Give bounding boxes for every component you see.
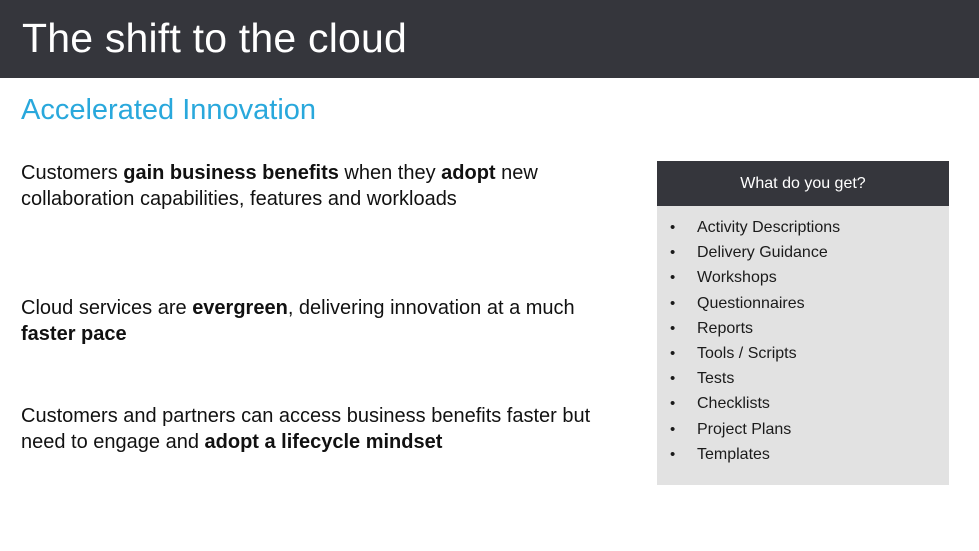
list-item: Questionnaires: [670, 291, 949, 316]
text-run: Customers: [21, 162, 124, 184]
emphasis-run: evergreen: [192, 297, 288, 319]
emphasis-run: gain business benefits: [123, 162, 339, 184]
slide-title: The shift to the cloud: [22, 15, 408, 61]
list-item: Templates: [670, 442, 949, 467]
list-item: Workshops: [670, 265, 949, 290]
panel-header: What do you get?: [657, 161, 949, 206]
list-item: Project Plans: [670, 417, 949, 442]
list-item: Delivery Guidance: [670, 240, 949, 265]
body-paragraph: Cloud services are evergreen, delivering…: [21, 296, 601, 347]
list-item: Activity Descriptions: [670, 215, 949, 240]
what-do-you-get-panel: What do you get? Activity DescriptionsDe…: [657, 161, 949, 485]
text-run: , delivering innovation at a much: [287, 297, 575, 319]
emphasis-run: adopt a lifecycle mindset: [204, 430, 443, 453]
list-item: Checklists: [670, 391, 949, 416]
list-item: Tests: [670, 366, 949, 391]
emphasis-run: adopt: [441, 162, 496, 184]
list-item: Reports: [670, 316, 949, 341]
text-run: when they: [338, 162, 442, 184]
deliverables-list: Activity DescriptionsDelivery GuidanceWo…: [657, 206, 949, 467]
body-paragraph: Customers and partners can access busine…: [21, 404, 601, 455]
list-item: Tools / Scripts: [670, 341, 949, 366]
section-heading: Accelerated Innovation: [21, 94, 317, 126]
panel-header-label: What do you get?: [740, 174, 866, 192]
text-run: Cloud services are: [21, 297, 193, 319]
slide-title-bar: The shift to the cloud: [0, 0, 979, 78]
emphasis-run: faster pace: [21, 322, 127, 345]
body-paragraph: Customers gain business benefits when th…: [21, 161, 601, 212]
